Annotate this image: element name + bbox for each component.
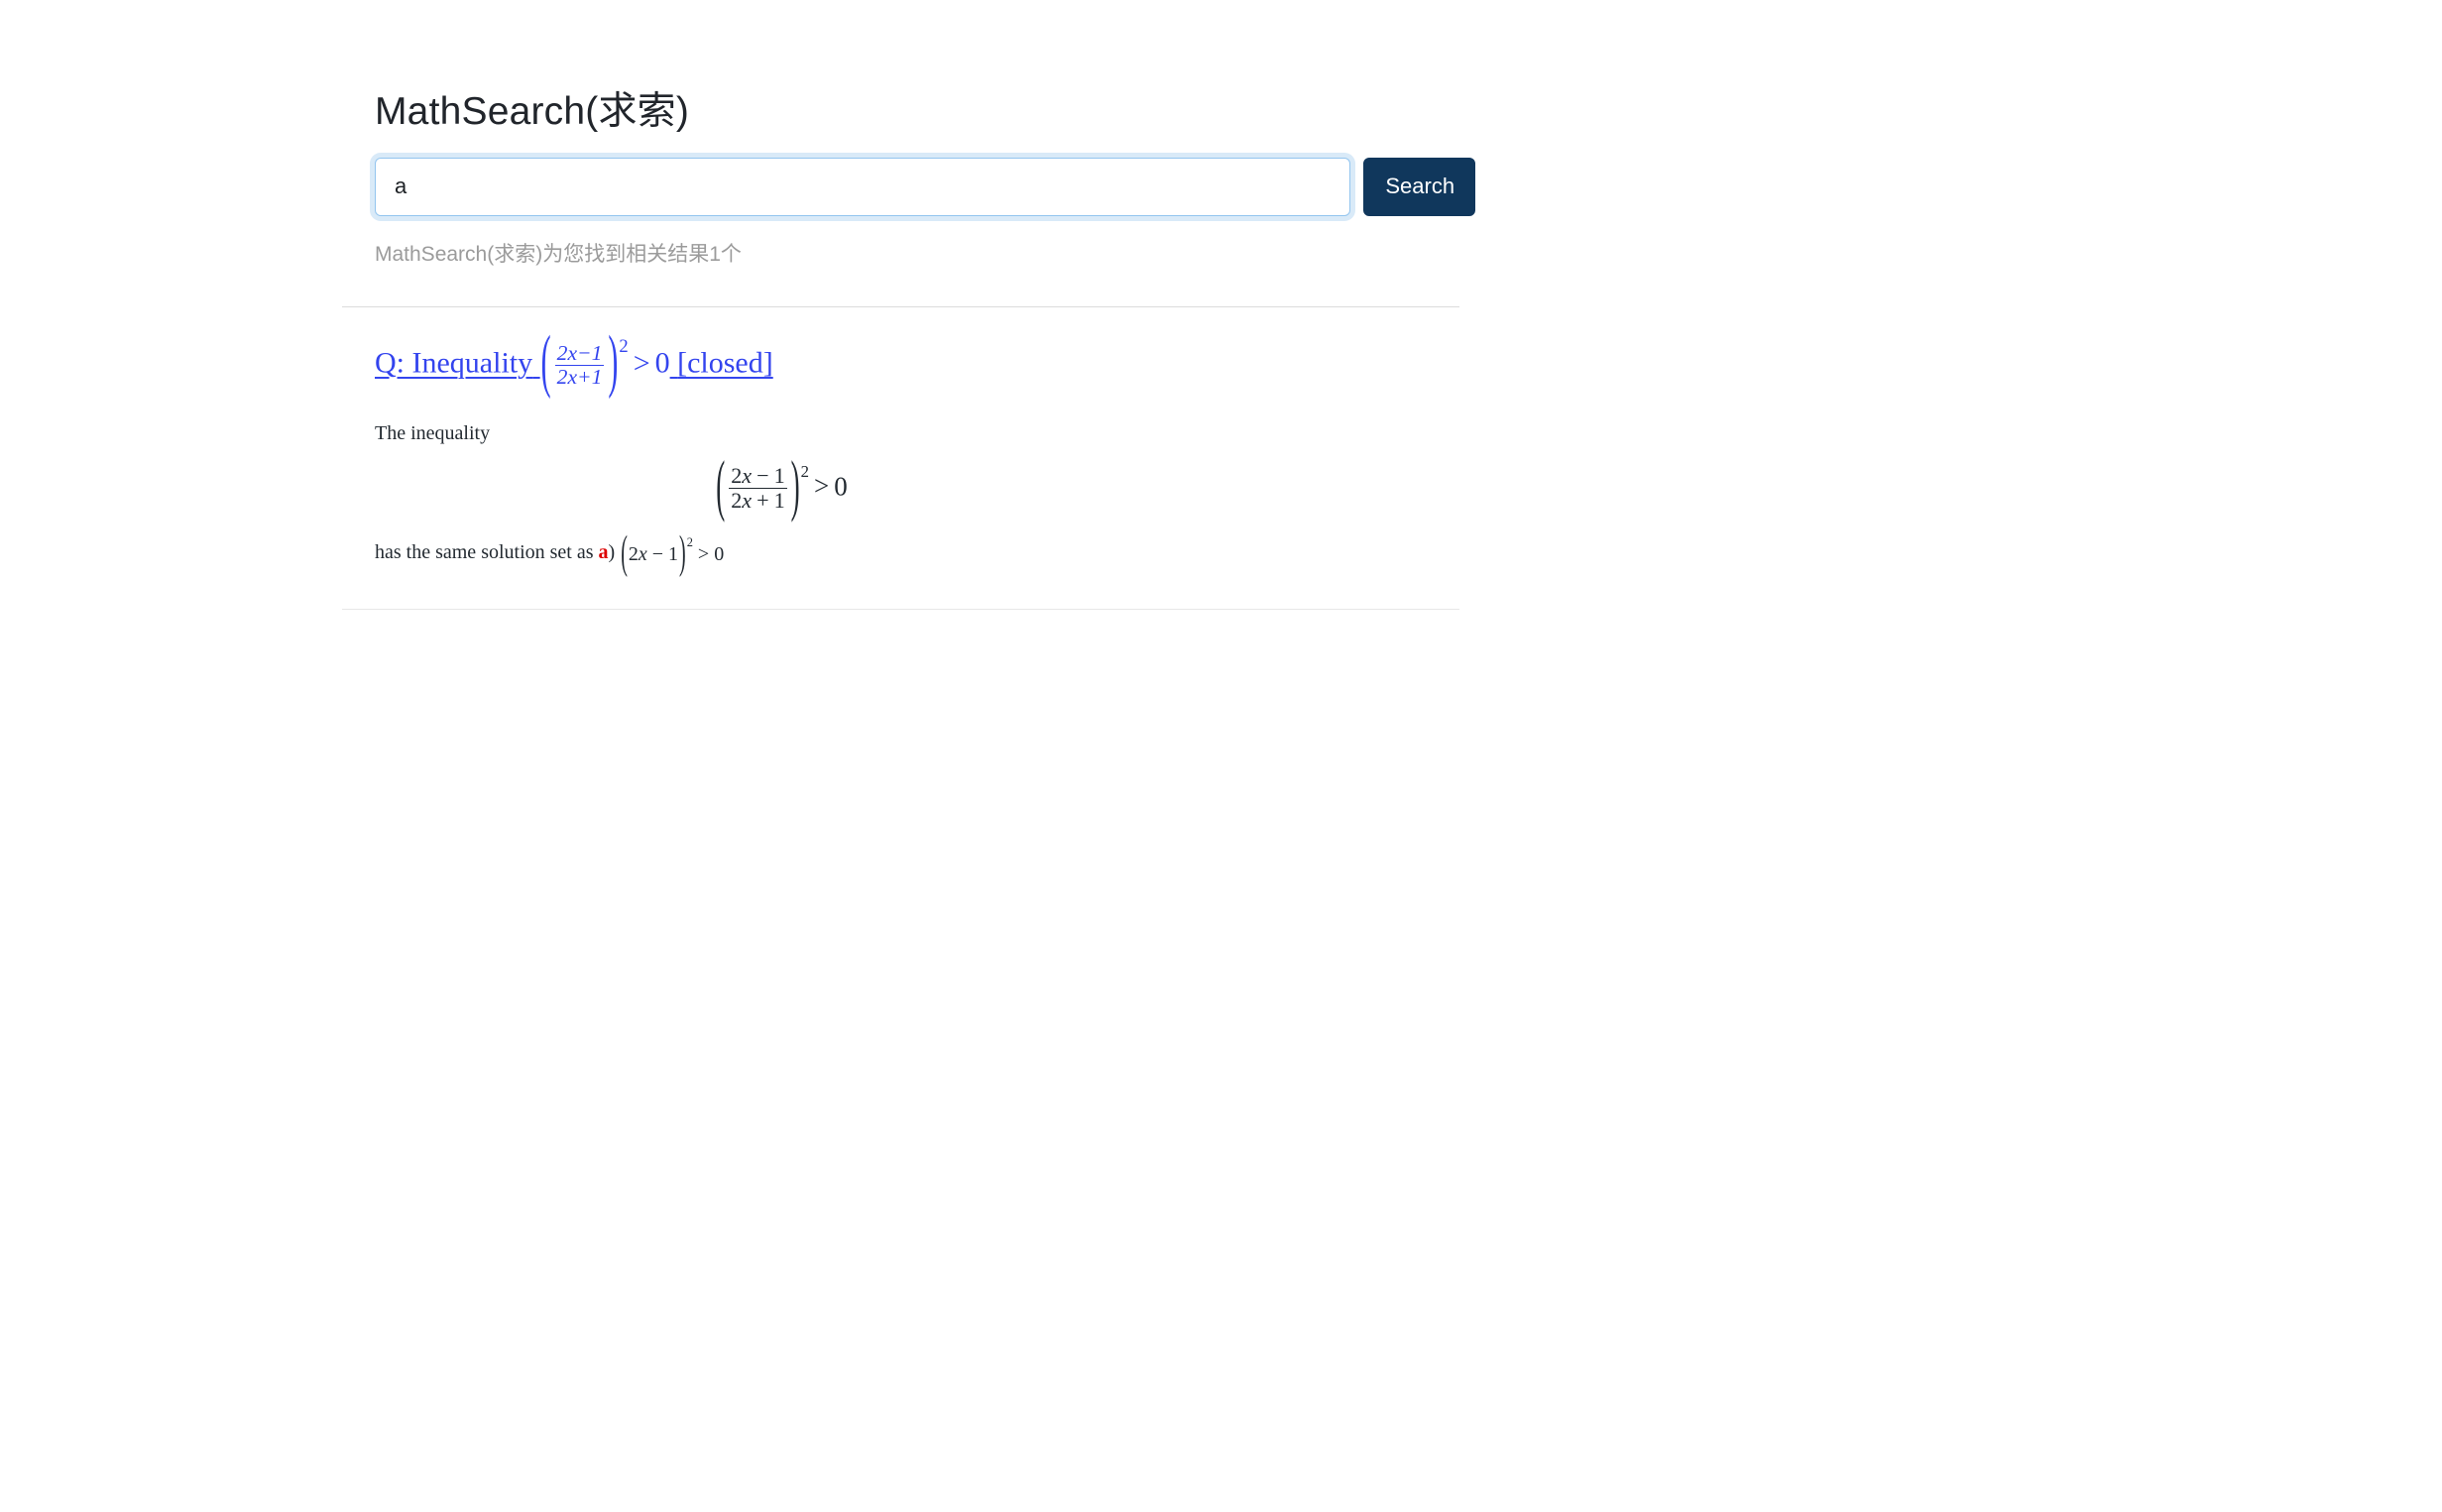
display-math-expression: (2x −1 2x +1)2> 0 bbox=[715, 447, 848, 523]
divider-top bbox=[342, 306, 1459, 307]
snippet-const: 1 bbox=[668, 542, 679, 565]
math-numerator: 2x−1 bbox=[556, 340, 603, 365]
display-rhs: 0 bbox=[834, 471, 848, 502]
display-den-var: x bbox=[742, 488, 753, 514]
result-item: Q: Inequality (2x−1 2x+1)2> 0 [closed] The… bbox=[375, 327, 1485, 580]
result-title-prefix: Q: Inequality bbox=[375, 346, 533, 380]
display-fraction: 2x −1 2x +1 bbox=[729, 464, 787, 514]
display-num-coef: 2 bbox=[731, 463, 743, 489]
math-open-paren: ( bbox=[540, 323, 551, 401]
display-den-const: 1 bbox=[773, 488, 785, 514]
snippet-var: x bbox=[638, 542, 647, 565]
snippet-after-text: has the same solution set as bbox=[375, 541, 594, 564]
display-num-var: x bbox=[742, 463, 753, 489]
result-count-text: MathSearch(求索)为您找到相关结果1个 bbox=[375, 242, 742, 266]
divider-bottom bbox=[342, 609, 1459, 610]
snippet-op: − bbox=[651, 542, 664, 565]
display-den-coef: 2 bbox=[731, 488, 743, 514]
snippet-after-paren: ) bbox=[608, 541, 616, 564]
result-snippet-before: The inequality bbox=[375, 421, 491, 444]
math-exponent: 2 bbox=[619, 336, 629, 358]
display-num-const: 1 bbox=[773, 463, 785, 489]
display-denominator: 2x +1 bbox=[729, 488, 787, 514]
search-input-wrapper bbox=[375, 157, 1351, 216]
math-rhs: 0 bbox=[654, 346, 670, 380]
result-title-link[interactable]: Q: Inequality (2x−1 2x+1)2> 0 [closed] bbox=[375, 327, 773, 398]
display-numerator: 2x −1 bbox=[729, 464, 786, 488]
search-input[interactable] bbox=[375, 157, 1351, 216]
search-term-highlight: a bbox=[598, 541, 609, 564]
page-root: MathSearch(求索) Search MathSearch(求索)为您找到… bbox=[0, 0, 2442, 1512]
result-title-suffix: [closed] bbox=[677, 346, 773, 380]
math-relation: > bbox=[633, 346, 650, 380]
math-close-paren: ) bbox=[608, 323, 619, 401]
display-num-op: − bbox=[756, 463, 769, 489]
snippet-close-paren: ) bbox=[679, 527, 686, 580]
result-display-equation: (2x −1 2x +1)2> 0 bbox=[375, 447, 1485, 523]
snippet-rhs: 0 bbox=[714, 542, 725, 565]
display-relation: > bbox=[814, 471, 830, 502]
result-title-math: (2x−1 2x+1)2> 0 bbox=[540, 327, 670, 398]
math-fraction: 2x−1 2x+1 bbox=[554, 340, 605, 390]
snippet-coef: 2 bbox=[628, 542, 639, 565]
display-den-op: + bbox=[756, 488, 769, 514]
result-snippet-after: has the same solution set as a) (2x −1)2>… bbox=[375, 528, 1485, 580]
snippet-after-math: (2x −1)2> 0 bbox=[620, 528, 725, 580]
snippet-exponent: 2 bbox=[686, 534, 693, 549]
search-form: Search bbox=[375, 157, 1475, 216]
display-open-paren: ( bbox=[716, 446, 726, 523]
search-button[interactable]: Search bbox=[1363, 157, 1475, 216]
display-close-paren: ) bbox=[790, 446, 800, 523]
page-title: MathSearch(求索) bbox=[375, 90, 690, 133]
snippet-relation: > bbox=[697, 542, 710, 565]
display-exponent: 2 bbox=[800, 461, 810, 481]
search-header: MathSearch(求索) Search MathSearch(求索)为您找到… bbox=[375, 89, 1475, 268]
snippet-open-paren: ( bbox=[621, 527, 628, 580]
math-denominator: 2x+1 bbox=[554, 364, 605, 389]
